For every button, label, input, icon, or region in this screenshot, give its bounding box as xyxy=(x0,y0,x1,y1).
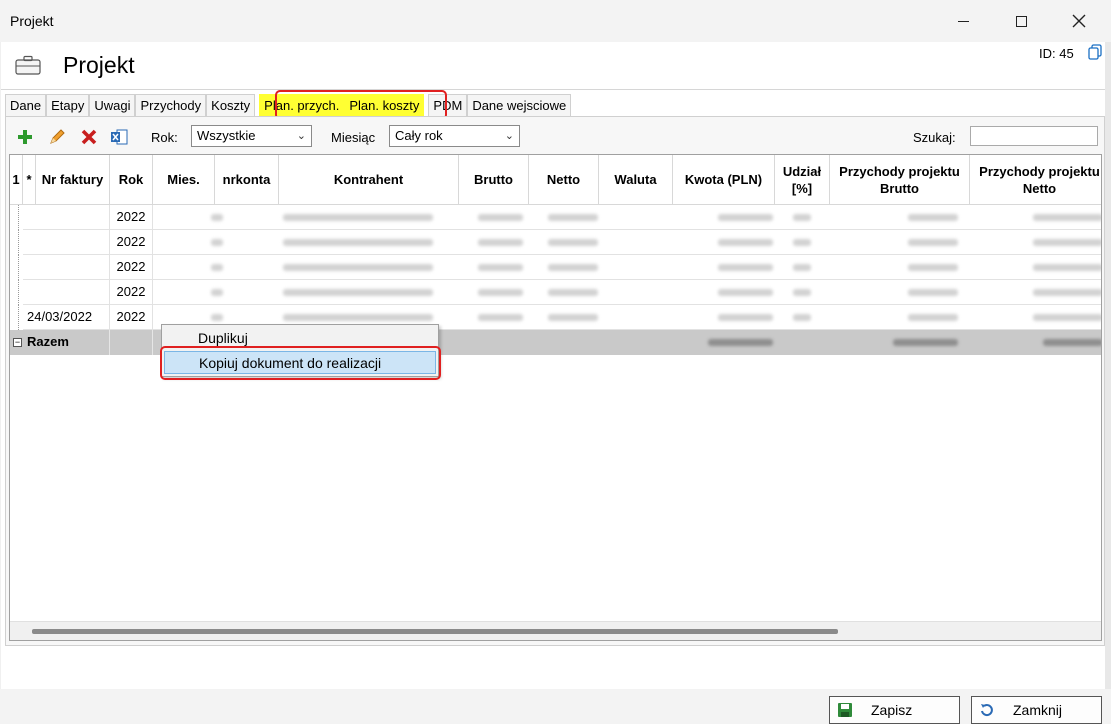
table-row[interactable]: 2022 xyxy=(10,280,1101,305)
header: Projekt ID: 45 xyxy=(1,42,1105,90)
tab-panel: Rok: Wszystkie ⌄ Miesiąc Cały rok ⌄ Szuk… xyxy=(5,116,1105,646)
title-bar: Projekt xyxy=(0,0,1111,42)
col-header-nr-faktury[interactable]: Nr faktury xyxy=(36,155,110,205)
nr-faktury-cell[interactable] xyxy=(23,280,110,305)
col-header-1[interactable]: 1 xyxy=(10,155,23,205)
rok-value: Wszystkie xyxy=(197,128,256,143)
col-header-nrkonta[interactable]: nrkonta xyxy=(215,155,279,205)
maximize-icon xyxy=(1015,15,1027,27)
close-window-button[interactable] xyxy=(1050,0,1108,42)
save-icon xyxy=(838,703,852,717)
collapse-icon[interactable]: − xyxy=(13,338,22,347)
rok-cell[interactable]: 2022 xyxy=(110,205,153,230)
project-window: Projekt Projekt ID: 45 Dane Etapy Uwagi … xyxy=(0,0,1111,724)
rok-label: Rok: xyxy=(151,130,178,145)
nr-faktury-cell[interactable] xyxy=(23,205,110,230)
scrollbar-thumb[interactable] xyxy=(32,629,838,634)
obscured-data xyxy=(153,255,1101,280)
col-header-mies[interactable]: Mies. xyxy=(153,155,215,205)
data-grid[interactable]: 1 * Nr faktury Rok Mies. nrkonta Kontrah… xyxy=(9,154,1102,641)
record-id: ID: 45 xyxy=(1039,46,1074,61)
close-label: Zamknij xyxy=(1013,702,1063,718)
search-label: Szukaj: xyxy=(913,130,956,145)
col-header-brutto[interactable]: Brutto xyxy=(459,155,529,205)
close-icon xyxy=(1072,14,1086,28)
col-header-przychody-netto[interactable]: Przychody projektu Netto xyxy=(970,155,1101,205)
delete-icon[interactable] xyxy=(80,128,98,146)
search-input[interactable] xyxy=(970,126,1098,146)
copy-icon[interactable] xyxy=(1088,44,1102,60)
col-header-waluta[interactable]: Waluta xyxy=(599,155,673,205)
rok-cell[interactable]: 2022 xyxy=(110,230,153,255)
miesiac-select[interactable]: Cały rok ⌄ xyxy=(389,125,520,147)
miesiac-label: Miesiąc xyxy=(331,130,376,145)
rok-cell[interactable]: 2022 xyxy=(110,305,153,330)
horizontal-scrollbar[interactable] xyxy=(10,621,1101,640)
toolbar: Rok: Wszystkie ⌄ Miesiąc Cały rok ⌄ Szuk… xyxy=(6,123,1104,151)
obscured-data xyxy=(153,280,1101,305)
tab-dane-wejsciowe[interactable]: Dane wejsciowe xyxy=(467,94,572,116)
menu-highlight-annotation xyxy=(160,346,441,380)
totals-label: Razem xyxy=(23,330,110,355)
briefcase-icon xyxy=(15,55,41,75)
obscured-data xyxy=(153,205,1101,230)
nr-faktury-cell[interactable] xyxy=(23,255,110,280)
miesiac-value: Cały rok xyxy=(395,128,443,143)
chevron-down-icon: ⌄ xyxy=(296,130,306,142)
excel-export-icon[interactable] xyxy=(110,128,128,146)
totals-cell xyxy=(110,330,153,355)
edit-icon[interactable] xyxy=(48,128,66,146)
tab-koszty[interactable]: Koszty xyxy=(206,94,256,116)
nr-faktury-cell[interactable]: 24/03/2022 xyxy=(23,305,110,330)
table-row[interactable]: 2022 xyxy=(10,255,1101,280)
close-button[interactable]: Zamknij xyxy=(971,696,1102,724)
tree-connector xyxy=(18,280,19,305)
col-header-kontrahent[interactable]: Kontrahent xyxy=(279,155,459,205)
chevron-down-icon: ⌄ xyxy=(504,130,514,142)
tab-uwagi[interactable]: Uwagi xyxy=(89,94,136,116)
tree-connector xyxy=(18,255,19,280)
add-icon[interactable] xyxy=(16,128,34,146)
rok-cell[interactable]: 2022 xyxy=(110,255,153,280)
col-header-udzial[interactable]: Udział [%] xyxy=(775,155,830,205)
window-edge xyxy=(1105,42,1111,689)
tab-dane[interactable]: Dane xyxy=(5,94,47,116)
tree-connector xyxy=(18,305,19,330)
tab-etapy[interactable]: Etapy xyxy=(46,94,90,116)
save-button[interactable]: Zapisz xyxy=(829,696,960,724)
tree-connector xyxy=(18,230,19,255)
table-row[interactable]: 2022 xyxy=(10,205,1101,230)
col-header-star[interactable]: * xyxy=(23,155,36,205)
window-title: Projekt xyxy=(10,13,54,29)
rok-select[interactable]: Wszystkie ⌄ xyxy=(191,125,312,147)
col-header-rok[interactable]: Rok xyxy=(110,155,153,205)
refresh-close-icon xyxy=(981,704,993,717)
minimize-button[interactable] xyxy=(934,0,992,42)
table-row[interactable]: 2022 xyxy=(10,230,1101,255)
minimize-icon xyxy=(957,20,969,22)
save-label: Zapisz xyxy=(871,702,913,718)
obscured-data xyxy=(153,230,1101,255)
tree-connector xyxy=(18,205,19,230)
maximize-button[interactable] xyxy=(992,0,1050,42)
col-header-kwota[interactable]: Kwota (PLN) xyxy=(673,155,775,205)
col-header-przychody-brutto[interactable]: Przychody projektu Brutto xyxy=(830,155,970,205)
page-title: Projekt xyxy=(63,52,135,78)
rok-cell[interactable]: 2022 xyxy=(110,280,153,305)
col-header-netto[interactable]: Netto xyxy=(529,155,599,205)
nr-faktury-cell[interactable] xyxy=(23,230,110,255)
tab-przychody[interactable]: Przychody xyxy=(135,94,207,116)
